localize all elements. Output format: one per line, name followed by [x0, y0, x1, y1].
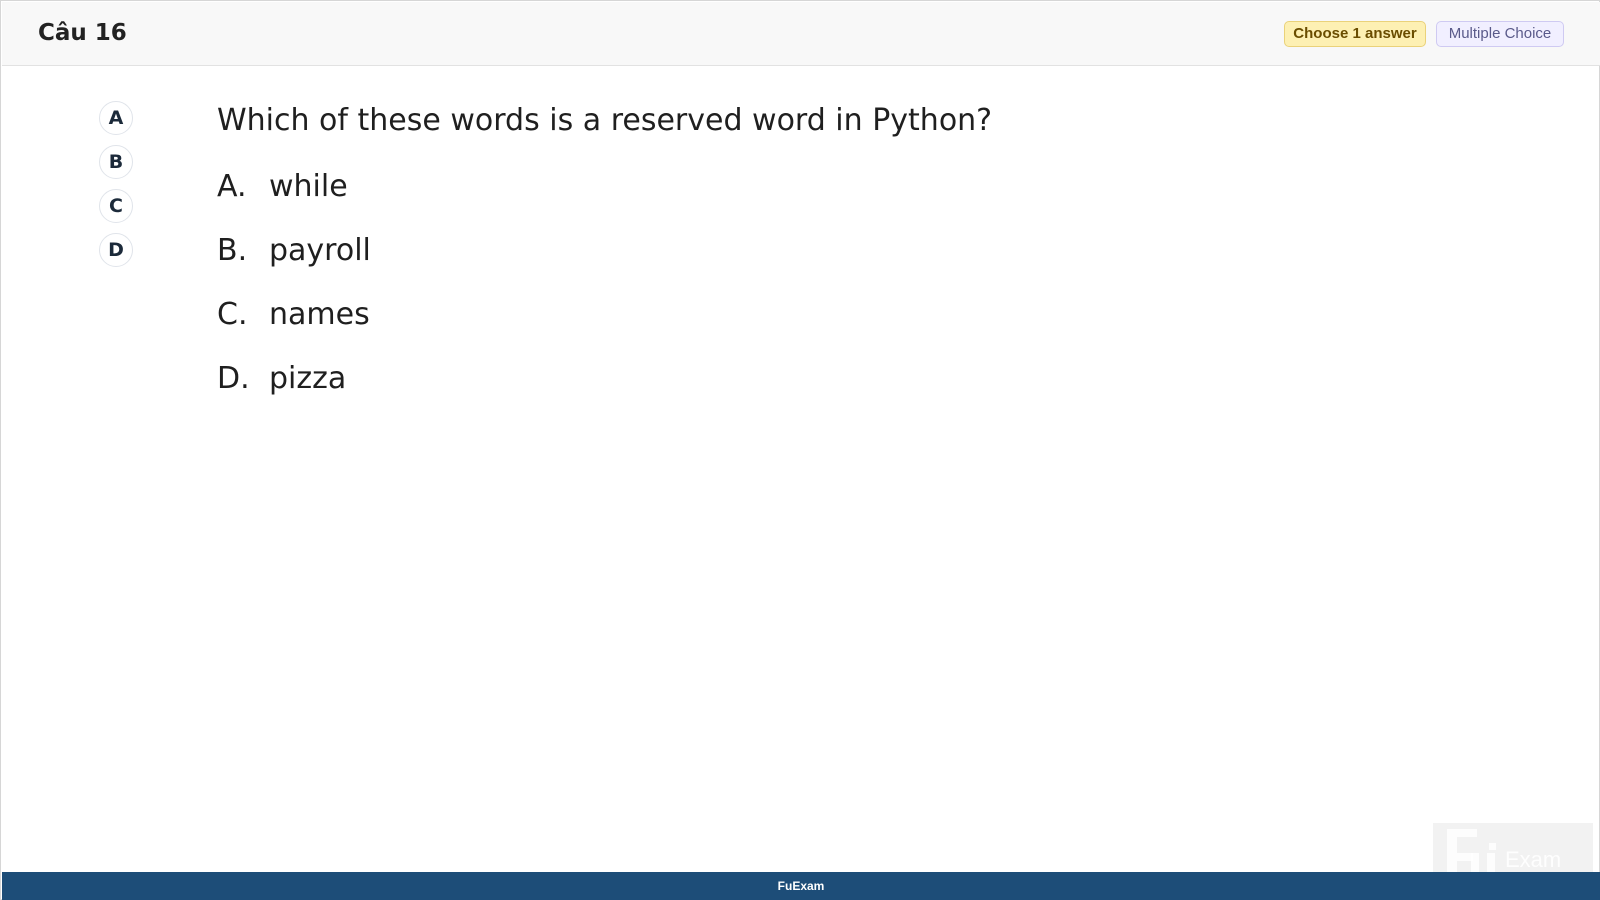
- answer-option-d[interactable]: D. pizza: [217, 361, 817, 405]
- answer-bubble-a[interactable]: A: [99, 101, 133, 135]
- question-text: Which of these words is a reserved word …: [217, 103, 993, 138]
- answer-text: pizza: [269, 361, 347, 396]
- watermark-text: Exam: [1505, 847, 1562, 872]
- answer-option-a[interactable]: A. while: [217, 169, 817, 213]
- answer-text: while: [269, 169, 348, 204]
- answer-bubble-b[interactable]: B: [99, 145, 133, 179]
- answer-letter: B.: [217, 233, 248, 268]
- answer-bubble-c[interactable]: C: [99, 189, 133, 223]
- question-type-badge: Multiple Choice: [1436, 21, 1564, 47]
- answer-bubble-d[interactable]: D: [99, 233, 133, 267]
- answer-letter: A.: [217, 169, 247, 204]
- answer-letter: D.: [217, 361, 250, 396]
- answer-option-b[interactable]: B. payroll: [217, 233, 817, 277]
- footer-bar: FuExam: [2, 872, 1600, 900]
- answer-option-c[interactable]: C. names: [217, 297, 817, 341]
- question-header: Câu 16 Choose 1 answer Multiple Choice: [2, 2, 1600, 66]
- answer-text: names: [269, 297, 370, 332]
- answer-text: payroll: [269, 233, 371, 268]
- answer-letter: C.: [217, 297, 248, 332]
- choose-answer-badge: Choose 1 answer: [1284, 21, 1426, 47]
- question-card: Câu 16 Choose 1 answer Multiple Choice A…: [0, 0, 1600, 900]
- question-number-title: Câu 16: [38, 20, 127, 46]
